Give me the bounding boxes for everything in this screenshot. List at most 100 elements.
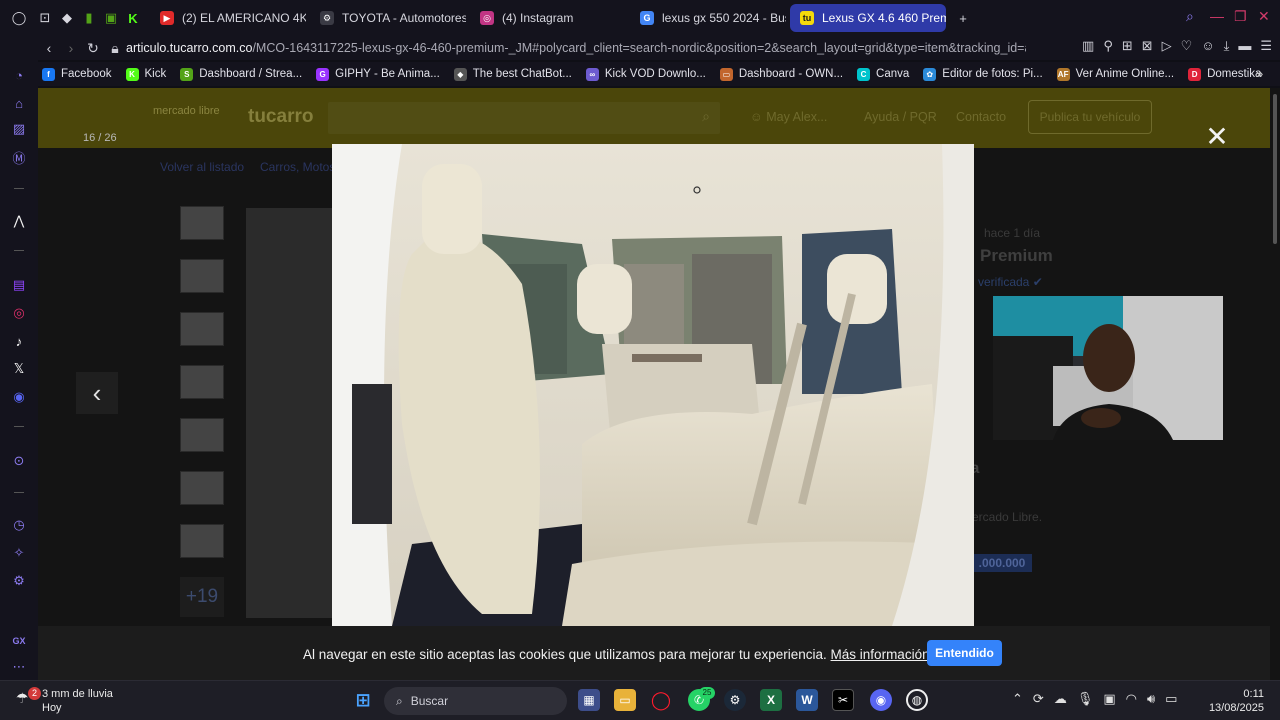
prev-photo-button[interactable]: ‹	[76, 372, 118, 414]
browser-tab[interactable]: ◎ (4) Instagram	[470, 4, 626, 32]
thumbnail[interactable]	[180, 365, 224, 399]
taskbar-search[interactable]: ⌕ Buscar	[384, 687, 567, 715]
thumbnail[interactable]	[180, 312, 224, 346]
publish-button[interactable]: Publica tu vehículo	[1028, 100, 1152, 134]
heart-icon[interactable]: ♡	[1181, 38, 1193, 54]
pinned-kick-icon[interactable]: K	[122, 7, 144, 29]
extensions-icon[interactable]: ✧	[10, 544, 28, 562]
cloud-icon[interactable]: ☁	[1054, 691, 1067, 707]
x-icon[interactable]: 𝕏	[10, 360, 28, 378]
bookmark-item[interactable]: K Kick	[125, 67, 166, 81]
pin-icon[interactable]: ⚲	[1103, 38, 1113, 54]
ai-icon[interactable]: ⌂	[10, 94, 28, 112]
user-menu[interactable]: ☺ May Alex...	[750, 110, 827, 124]
store-icon[interactable]: ▦	[578, 689, 600, 711]
page-scrollbar[interactable]	[1270, 88, 1280, 680]
bookmark-item[interactable]: D Domestika	[1188, 67, 1261, 81]
browser-tab[interactable]: ▶ (2) EL AMERICANO 4KT -	[150, 4, 306, 32]
excel-icon[interactable]: X	[760, 689, 782, 711]
crypto-wallet-icon[interactable]: ▨	[10, 120, 28, 138]
file-explorer-icon[interactable]: ▭	[614, 689, 636, 711]
more-photos-button[interactable]: +19	[180, 577, 224, 617]
bookmark-item[interactable]: S Dashboard / Strea...	[180, 67, 302, 81]
close-gallery-button[interactable]: ✕	[1204, 123, 1230, 151]
sync-icon[interactable]: ⟳	[1033, 691, 1044, 707]
bookmark-item[interactable]: C Canva	[857, 67, 909, 81]
settings-icon[interactable]: ⚙	[10, 572, 28, 590]
aria-icon[interactable]: ◔	[10, 66, 28, 84]
more-icon[interactable]: ⋯	[10, 658, 28, 676]
discord-icon[interactable]: ◉	[10, 388, 28, 406]
tiktok-icon[interactable]: ♪	[10, 332, 28, 350]
bookmark-item[interactable]: ∞ Kick VOD Downlo...	[585, 67, 706, 81]
start-button[interactable]: ⊞	[352, 689, 374, 711]
player-icon[interactable]: ⊙	[10, 452, 28, 470]
display-icon[interactable]: ▣	[1103, 691, 1115, 707]
thumbnail[interactable]	[180, 418, 224, 452]
bookmark-item[interactable]: ▭ Dashboard - OWN...	[719, 67, 843, 81]
help-link[interactable]: Ayuda / PQR	[864, 110, 937, 124]
volume-icon[interactable]: 🔊︎	[1147, 691, 1155, 707]
pinned-tab-icon[interactable]: ◆	[56, 7, 78, 29]
opera-gx-icon[interactable]: ◯	[650, 689, 672, 711]
browser-tab[interactable]: Glexus gx 550 2024 - Busc	[630, 4, 786, 32]
mercadolibre-logo[interactable]: mercado libre	[153, 106, 220, 117]
game-controller-icon[interactable]: ⊡	[34, 7, 56, 29]
back-to-list-link[interactable]: Volver al listado	[160, 160, 244, 174]
search-tabs-icon[interactable]: ⌕	[1186, 8, 1194, 25]
close-window-button[interactable]: ✕	[1258, 8, 1270, 25]
snapshot-icon[interactable]: ⊞	[1122, 38, 1133, 54]
messenger-icon[interactable]: Ⓜ	[10, 148, 28, 166]
opera-menu-icon[interactable]: ◯	[8, 7, 30, 29]
play-icon[interactable]: ▷	[1162, 38, 1172, 54]
reader-icon[interactable]: ▥	[1082, 38, 1094, 54]
battery-icon[interactable]: ▬	[1238, 38, 1251, 54]
bookmark-item[interactable]: G GIPHY - Be Anima...	[316, 67, 440, 81]
url-field[interactable]: articulo.tucarro.com.co/MCO-1643117225-l…	[126, 41, 1026, 55]
bookmark-item[interactable]: ✿ Editor de fotos: Pi...	[923, 67, 1043, 81]
thumbnail[interactable]	[180, 471, 224, 505]
profile-icon[interactable]: ☺	[1201, 38, 1214, 54]
thumbnail[interactable]	[180, 259, 224, 293]
gallery-photo[interactable]	[332, 144, 974, 626]
chevron-up-icon[interactable]: ⌃	[1012, 691, 1023, 707]
bookmark-item[interactable]: ◆ The best ChatBot...	[453, 67, 572, 81]
word-icon[interactable]: W	[796, 689, 818, 711]
more-info-link[interactable]: Más información.	[831, 647, 934, 662]
microphone-icon[interactable]: 🎙︎	[1077, 691, 1094, 707]
pinned-file-icon[interactable]: ▮	[78, 7, 100, 29]
accept-cookies-button[interactable]: Entendido	[927, 640, 1002, 666]
thumbnail[interactable]	[180, 524, 224, 558]
block-icon[interactable]: ⊠	[1142, 38, 1153, 54]
bookmark-item[interactable]: AF Ver Anime Online...	[1056, 67, 1174, 81]
site-search-input[interactable]: ⌕	[328, 102, 720, 134]
breadcrumb-category[interactable]: Carros, Motos	[260, 160, 335, 174]
steam-icon[interactable]: ⚙	[724, 689, 746, 711]
capcut-icon[interactable]: ✂	[832, 689, 854, 711]
obs-icon[interactable]: ◍	[906, 689, 928, 711]
gx-icon[interactable]: GX	[10, 632, 28, 650]
wifi-icon[interactable]: ◠	[1126, 691, 1137, 707]
battery-icon[interactable]: ▭	[1165, 691, 1177, 707]
bookmarks-overflow-icon[interactable]: »	[1256, 66, 1263, 81]
arc-icon[interactable]: ⋀	[10, 212, 28, 230]
bookmark-item[interactable]: f Facebook	[42, 67, 112, 81]
forward-button[interactable]: ›	[60, 40, 82, 56]
new-tab-button[interactable]: +	[952, 7, 974, 29]
instagram-icon[interactable]: ◎	[10, 304, 28, 322]
minimize-button[interactable]: —	[1210, 8, 1224, 24]
maximize-button[interactable]: ❐	[1234, 8, 1247, 25]
weather-widget[interactable]: ☂ 2 3 mm de lluvia Hoy	[16, 687, 113, 715]
reload-button[interactable]: ↻	[82, 40, 104, 57]
pinned-streamlabs-icon[interactable]: ▣	[100, 7, 122, 29]
taskbar-clock[interactable]: 0:11 13/08/2025	[1209, 687, 1264, 715]
menu-icon[interactable]: ☰	[1260, 38, 1272, 54]
thumbnail[interactable]	[180, 206, 224, 240]
twitch-icon[interactable]: ▤	[10, 276, 28, 294]
download-icon[interactable]: ⤓	[1224, 38, 1230, 54]
discord-icon[interactable]: ◉	[870, 689, 892, 711]
history-icon[interactable]: ◷	[10, 516, 28, 534]
tucarro-logo[interactable]: tucarro	[248, 106, 313, 128]
browser-tab[interactable]: ⚙ TOYOTA - Automotores T	[310, 4, 466, 32]
browser-tab[interactable]: tu Lexus GX 4.6 460 Premiu	[790, 4, 946, 32]
